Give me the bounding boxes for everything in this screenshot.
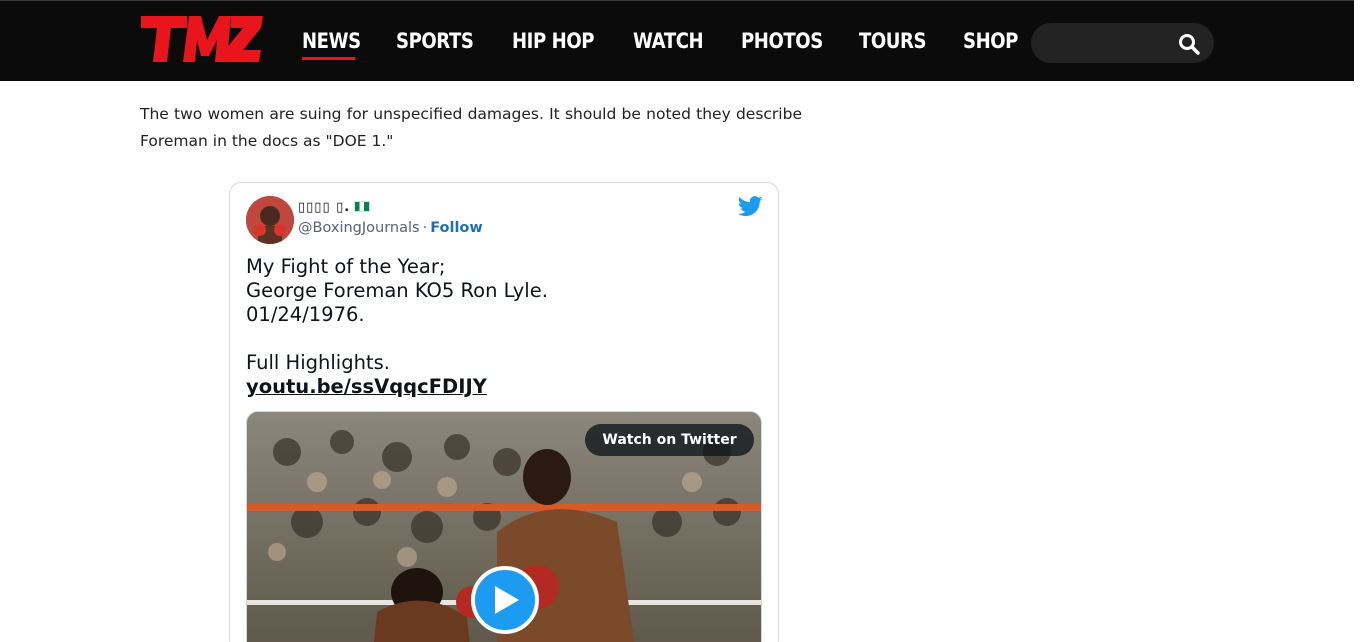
tweet-embed: ▯▯▯▯ ▯. @BoxingJournals · Follow My Fight … xyxy=(229,182,779,642)
header-divider xyxy=(0,0,1354,1)
nav-news[interactable]: NEWS xyxy=(302,22,361,60)
nav-watch[interactable]: WATCH xyxy=(633,22,704,60)
follow-button[interactable]: Follow xyxy=(430,220,483,236)
avatar[interactable] xyxy=(246,196,294,244)
article-paragraph: The two women are suing for unspecified … xyxy=(140,105,802,150)
display-name-text: ▯▯▯▯ ▯. xyxy=(298,200,351,215)
watch-on-twitter-button[interactable]: Watch on Twitter xyxy=(585,424,754,456)
tweet-text: My Fight of the Year; George Foreman KO5… xyxy=(246,255,548,374)
tweet-display-name[interactable]: ▯▯▯▯ ▯. xyxy=(298,200,371,215)
search-icon[interactable] xyxy=(1178,33,1200,55)
nav-photos[interactable]: PHOTOS xyxy=(741,22,823,60)
nigeria-flag-icon xyxy=(354,201,371,212)
nav-sports[interactable]: SPORTS xyxy=(396,22,474,60)
play-button[interactable] xyxy=(471,566,539,634)
nav-shop[interactable]: SHOP xyxy=(963,22,1018,60)
main-nav: NEWS SPORTS HIP HOP WATCH PHOTOS TOURS S… xyxy=(302,22,1055,62)
nav-hip-hop[interactable]: HIP HOP xyxy=(512,22,594,60)
tweet-handle-row: @BoxingJournals · Follow xyxy=(298,220,483,236)
tmz-logo[interactable] xyxy=(139,12,265,68)
separator-dot: · xyxy=(422,220,428,236)
play-icon xyxy=(495,586,519,614)
twitter-bird-icon[interactable] xyxy=(738,196,763,217)
tweet-video[interactable]: Watch on Twitter xyxy=(246,411,762,642)
tweet-handle[interactable]: @BoxingJournals xyxy=(298,220,420,236)
site-header: NEWS SPORTS HIP HOP WATCH PHOTOS TOURS S… xyxy=(0,0,1354,81)
nav-tours[interactable]: TOURS xyxy=(859,22,927,60)
tweet-link[interactable]: youtu.be/ssVqqcFDIJY xyxy=(246,375,487,399)
